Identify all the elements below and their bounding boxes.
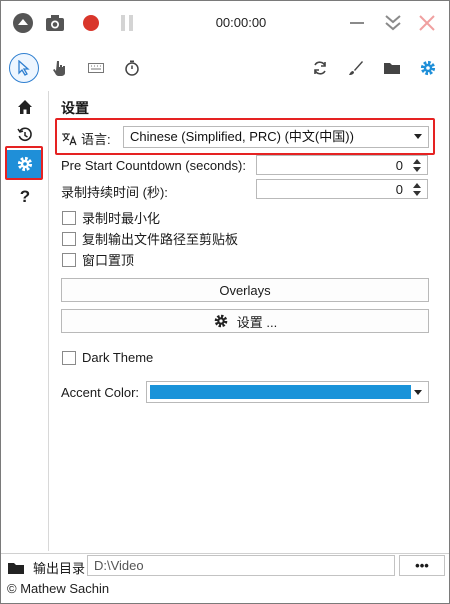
chevron-up-icon[interactable] (413, 159, 421, 164)
copyright-text: © Mathew Sachin (7, 581, 110, 596)
accent-color-row: Accent Color: (61, 381, 429, 403)
dark-theme-label: Dark Theme (82, 350, 154, 365)
toolbar (1, 49, 449, 89)
pause-icon[interactable] (115, 11, 139, 35)
history-icon[interactable] (7, 121, 43, 149)
stepper-arrows[interactable] (411, 157, 423, 173)
duration-stepper[interactable]: 0 (256, 179, 428, 199)
keyboard-icon[interactable] (81, 53, 111, 83)
always-on-top-checkbox[interactable]: 窗口置顶 (62, 250, 134, 269)
accent-color-swatch (150, 385, 411, 399)
gear-icon[interactable] (413, 53, 443, 83)
minimize-icon[interactable] (345, 11, 369, 35)
checkbox-label: 录制时最小化 (82, 211, 161, 226)
home-icon[interactable] (7, 93, 43, 121)
output-path-field[interactable]: D:\Video (87, 555, 395, 576)
camera-icon[interactable] (43, 11, 67, 35)
checkbox-box[interactable] (62, 210, 76, 225)
stepper-arrows[interactable] (411, 181, 423, 197)
chevron-up-icon[interactable] (413, 183, 421, 188)
overlays-button-label: Overlays (219, 282, 271, 298)
close-icon[interactable] (415, 11, 439, 35)
duration-label: 录制持续时间 (秒): (61, 185, 168, 200)
folder-icon[interactable] (377, 53, 407, 83)
accent-color-label: Accent Color: (61, 385, 140, 400)
countdown-stepper[interactable]: 0 (256, 155, 428, 175)
page-title: 设置 (61, 100, 89, 116)
overlays-button[interactable]: Overlays (61, 278, 429, 302)
output-directory-bar: 输出目录 D:\Video ••• (1, 553, 449, 577)
pointer-icon[interactable] (9, 53, 39, 83)
output-directory-label-text: 输出目录 (33, 561, 86, 576)
hand-icon[interactable] (45, 53, 75, 83)
checkbox-box[interactable] (62, 350, 76, 365)
record-timer: 00:00:00 (215, 15, 267, 30)
help-icon[interactable]: ? (7, 183, 43, 211)
chevron-down-icon[interactable] (413, 191, 421, 196)
checkbox-label: 复制输出文件路径至剪贴板 (82, 232, 239, 247)
highlight-box-language (55, 118, 435, 155)
output-directory-label[interactable]: 输出目录 (7, 558, 85, 577)
chevron-down-icon (414, 390, 422, 395)
dark-theme-checkbox[interactable]: Dark Theme (62, 350, 153, 365)
menu-up-icon[interactable] (11, 11, 35, 35)
gear-icon (214, 314, 228, 328)
advanced-settings-button[interactable]: 设置 ... (61, 309, 429, 333)
countdown-value: 0 (395, 158, 403, 173)
checkbox-box[interactable] (62, 252, 76, 267)
duration-value: 0 (395, 182, 403, 197)
checkbox-label: 窗口置顶 (82, 253, 135, 268)
browse-more-button[interactable]: ••• (399, 555, 445, 576)
stopwatch-icon[interactable] (117, 53, 147, 83)
countdown-label: Pre Start Countdown (seconds): (61, 158, 246, 173)
brush-icon[interactable] (341, 53, 371, 83)
refresh-icon[interactable] (305, 53, 335, 83)
app-window: 00:00:00 ? 设置 语言: Chinese (Simplified, P… (0, 0, 450, 604)
minimize-on-record-checkbox[interactable]: 录制时最小化 (62, 208, 160, 227)
copy-path-checkbox[interactable]: 复制输出文件路径至剪贴板 (62, 229, 238, 248)
title-bar: 00:00:00 (1, 1, 449, 45)
checkbox-box[interactable] (62, 231, 76, 246)
collapse-icon[interactable] (381, 11, 405, 35)
advanced-settings-label: 设置 ... (236, 314, 278, 330)
highlight-box-nav (5, 146, 43, 180)
record-icon[interactable] (79, 11, 103, 35)
accent-color-picker[interactable] (146, 381, 429, 403)
chevron-down-icon[interactable] (413, 167, 421, 172)
folder-icon (8, 562, 24, 574)
